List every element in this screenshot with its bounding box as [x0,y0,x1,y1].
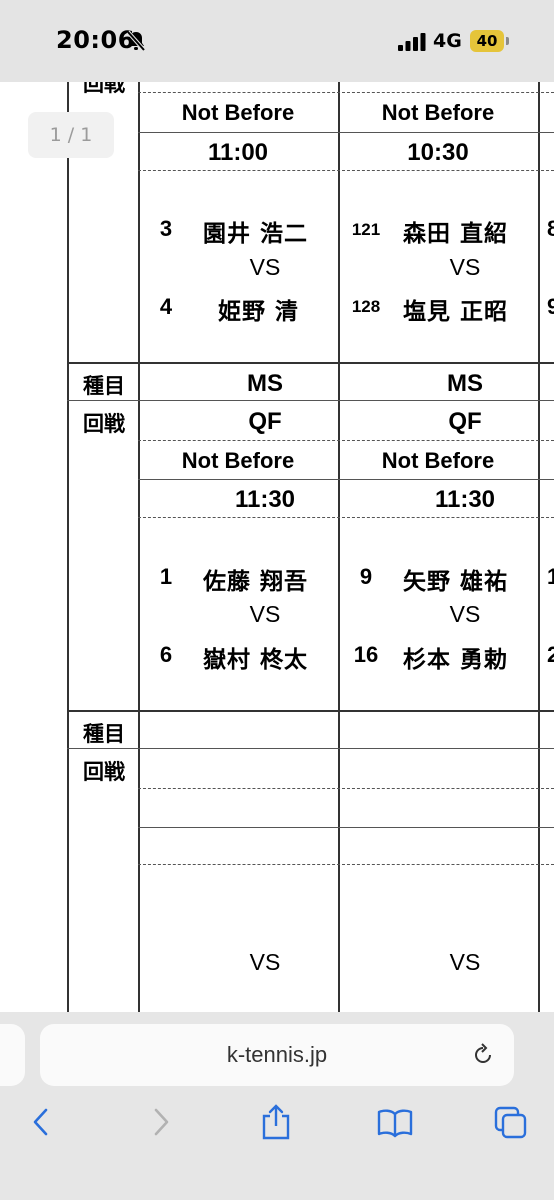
schedule-document[interactable]: 回戦 1 / 1 Not Before Not Before 11:00 10:… [0,82,554,1012]
grid-line [67,82,69,1012]
address-bar[interactable]: k-tennis.jp [40,1024,514,1086]
grid-line [338,82,340,1012]
player-name: 森田 直紹 [403,221,509,247]
vs-label: VS [449,601,481,627]
time-col1: 11:00 [207,139,269,166]
grid-line [538,82,540,1012]
player-name: 嶽村 柊太 [203,647,309,673]
player-name: 佐藤 翔吾 [203,569,309,595]
bell-slash-icon [126,30,146,52]
player-name: 矢野 雄祐 [403,569,509,595]
row-divider [67,710,554,712]
event-label: 種目 [83,374,125,398]
seed-number: 1 [159,564,173,589]
dashed-divider [138,170,554,171]
seed-number: 121 [351,220,381,239]
round-label: 回戦 [83,412,125,436]
seed-number-partial: 8 [547,216,554,241]
browser-toolbar: k-tennis.jp [0,1012,554,1200]
dashed-divider [138,517,554,518]
event-col2: MS [447,370,483,397]
tabs-icon[interactable] [494,1104,528,1140]
player-name: 姫野 清 [218,299,300,325]
status-bar: 20:06 4G 40 [0,0,554,82]
seed-number-partial: 9 [547,294,554,319]
reload-icon[interactable] [470,1042,496,1068]
round-col2: QF [448,408,482,435]
player-name: 塩見 正昭 [403,299,509,325]
dashed-divider [138,788,554,789]
signal-icon [398,33,426,51]
url-text: k-tennis.jp [226,1042,328,1067]
previous-tab-bar[interactable] [0,1024,25,1086]
dashed-divider [138,864,554,865]
forward-icon[interactable] [150,1104,172,1140]
player-name: 杉本 勇勅 [403,647,509,673]
seed-number: 128 [351,297,381,316]
back-icon[interactable] [30,1104,52,1140]
not-before-col2: Not Before [381,448,495,473]
page-indicator: 1 / 1 [28,112,114,158]
row-divider [138,479,554,480]
row-divider [138,132,554,133]
seed-number: 9 [359,564,373,589]
seed-number-partial: 1 [547,564,554,589]
time-col2: 10:30 [407,139,469,166]
seed-number-partial: 2 [547,642,554,667]
row-divider [67,748,554,749]
not-before-col2: Not Before [381,100,495,125]
seed-number: 16 [353,642,379,667]
battery-tip [506,37,509,45]
not-before-col1: Not Before [181,448,295,473]
network-type: 4G [433,30,462,52]
vs-label: VS [449,949,481,975]
round-label-top: 回戦 [83,82,125,96]
event-label: 種目 [83,722,125,746]
seed-number: 4 [159,294,173,319]
dashed-divider [138,440,554,441]
vs-label: VS [449,254,481,280]
row-divider [138,827,554,828]
bookmarks-icon[interactable] [376,1104,414,1140]
player-name: 園井 浩二 [203,221,309,247]
share-icon[interactable] [260,1104,292,1140]
dashed-divider [138,92,554,93]
grid-line [138,82,140,1012]
battery-icon: 40 [470,30,504,52]
seed-number: 3 [159,216,173,241]
not-before-col1: Not Before [181,100,295,125]
time-col2: 11:30 [434,486,496,513]
row-divider [67,400,554,401]
status-time: 20:06 [56,26,135,54]
row-divider [67,362,554,364]
round-label: 回戦 [83,760,125,784]
seed-number: 6 [159,642,173,667]
